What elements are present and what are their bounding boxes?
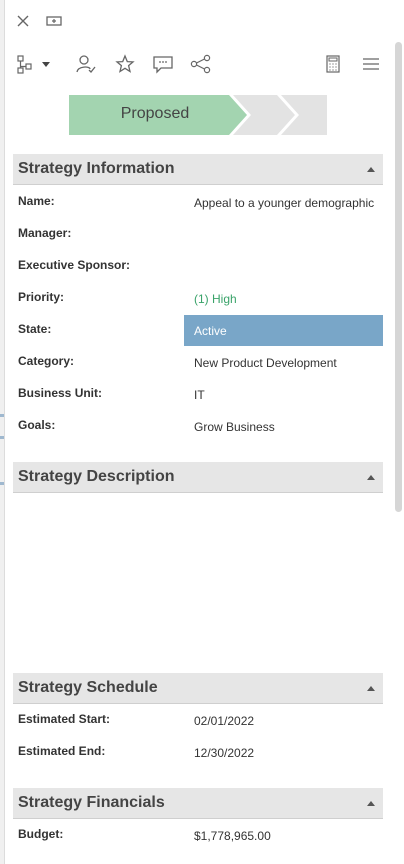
field-label: Executive Sponsor: <box>18 258 131 272</box>
field-label: Estimated End: <box>18 744 106 758</box>
field-row-estimated-start: Estimated Start: 02/01/2022 <box>13 705 383 735</box>
popout-icon[interactable] <box>44 12 64 30</box>
description-body[interactable] <box>13 494 383 664</box>
stage-next[interactable] <box>245 95 285 135</box>
star-icon[interactable] <box>113 52 137 76</box>
field-value[interactable]: IT <box>194 388 205 402</box>
field-value[interactable]: New Product Development <box>194 356 337 370</box>
comment-icon[interactable] <box>151 52 175 76</box>
state-value[interactable]: Active <box>194 324 227 338</box>
section-header-strategy-schedule[interactable]: Strategy Schedule <box>13 673 383 704</box>
close-icon[interactable] <box>14 12 32 30</box>
collapse-icon[interactable] <box>365 471 377 483</box>
field-label: Goals: <box>18 418 56 432</box>
field-value[interactable]: 12/30/2022 <box>194 746 254 760</box>
field-label: Budget: <box>18 827 64 841</box>
field-label: Estimated Start: <box>18 712 111 726</box>
collapse-icon[interactable] <box>365 163 377 175</box>
field-value[interactable]: $1,778,965.00 <box>194 829 271 843</box>
field-row-category: Category: New Product Development <box>13 347 383 377</box>
calculator-icon[interactable] <box>322 52 344 76</box>
edge-marker <box>0 436 4 439</box>
field-label: Name: <box>18 194 55 208</box>
field-row-goals: Goals: Grow Business <box>13 411 383 441</box>
edge-marker <box>0 482 4 485</box>
stage-proposed-label: Proposed <box>120 105 190 122</box>
toolbar <box>0 48 392 80</box>
field-row-priority: Priority: (1) High <box>13 283 383 313</box>
menu-icon[interactable] <box>359 52 383 76</box>
section-title: Strategy Description <box>18 468 175 485</box>
field-value[interactable]: 02/01/2022 <box>194 714 254 728</box>
process-flow: Proposed <box>69 95 329 135</box>
field-label: Category: <box>18 354 75 368</box>
field-label: Business Unit: <box>18 386 103 400</box>
field-row-executive-sponsor: Executive Sponsor: <box>13 251 383 281</box>
section-title: Strategy Schedule <box>18 679 158 696</box>
field-label: Priority: <box>18 290 65 304</box>
priority-value[interactable]: (1) High <box>194 292 237 306</box>
section-header-strategy-financials[interactable]: Strategy Financials <box>13 788 383 819</box>
section-header-strategy-information[interactable]: Strategy Information <box>13 154 383 185</box>
scroll-thumb[interactable] <box>395 42 402 512</box>
section-title: Strategy Information <box>18 160 175 177</box>
field-value[interactable]: Appeal to a younger demographic <box>194 196 374 210</box>
stage-last[interactable] <box>293 95 327 135</box>
stage-proposed[interactable]: Proposed <box>69 95 241 135</box>
field-row-state: State: Active <box>13 315 383 346</box>
section-title: Strategy Financials <box>18 794 165 811</box>
field-row-business-unit: Business Unit: IT <box>13 379 383 409</box>
edge-marker <box>0 414 4 417</box>
field-row-estimated-end: Estimated End: 12/30/2022 <box>13 737 383 767</box>
field-value[interactable]: Grow Business <box>194 420 275 434</box>
scrollbar[interactable] <box>392 0 404 864</box>
field-row-manager: Manager: <box>13 219 383 249</box>
assign-user-icon[interactable] <box>74 52 98 76</box>
field-row-budget: Budget: $1,778,965.00 <box>13 820 383 850</box>
field-label: State: <box>18 322 52 336</box>
share-icon[interactable] <box>189 52 213 76</box>
section-header-strategy-description[interactable]: Strategy Description <box>13 462 383 493</box>
collapse-icon[interactable] <box>365 682 377 694</box>
collapse-icon[interactable] <box>365 797 377 809</box>
field-row-name: Name: Appeal to a younger demographic <box>13 187 383 217</box>
hierarchy-dropdown-button[interactable] <box>14 52 54 76</box>
left-edge-panel <box>0 0 5 864</box>
field-label: Manager: <box>18 226 72 240</box>
